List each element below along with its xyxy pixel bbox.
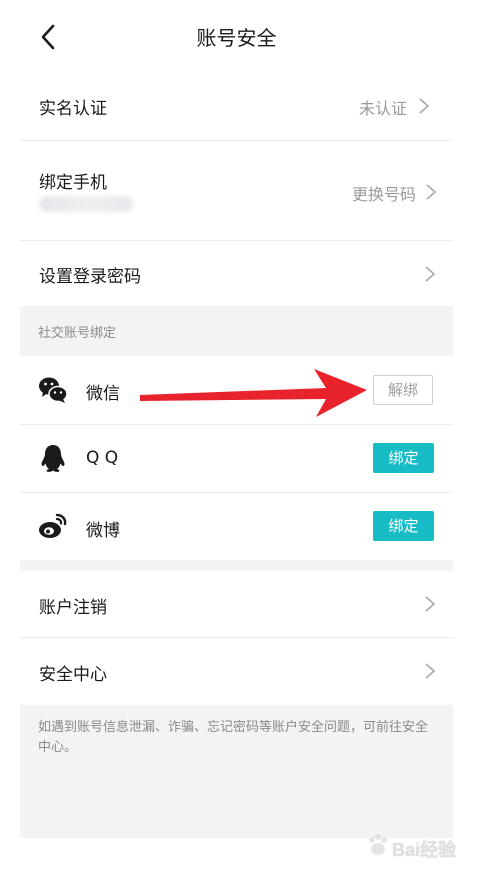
chevron-right-icon — [425, 266, 436, 282]
row-account-cancel[interactable]: 账户注销 — [20, 571, 453, 637]
chevron-right-icon — [425, 663, 436, 679]
section-title-social: 社交账号绑定 — [38, 326, 117, 341]
page-title: 账号安全 — [196, 26, 277, 50]
social-row-qq: Q Q 绑定 — [20, 425, 453, 492]
wechat-label: 微信 — [86, 384, 120, 404]
bind-qq-button[interactable]: 绑定 — [373, 443, 434, 473]
password-label: 设置登录密码 — [39, 267, 141, 287]
chevron-right-icon — [419, 98, 430, 114]
security-card: 实名认证 未认证 绑定手机 更换号码 设置登录密码 — [20, 72, 453, 306]
wechat-icon — [39, 377, 68, 403]
row-phone[interactable]: 绑定手机 更换号码 — [20, 141, 453, 240]
weibo-icon — [39, 513, 67, 538]
masked-phone-number — [39, 196, 133, 212]
phone-label: 绑定手机 — [39, 173, 107, 193]
security-center-label: 安全中心 — [39, 665, 107, 685]
row-security-center[interactable]: 安全中心 — [20, 638, 453, 705]
watermark: Bai经验 — [364, 828, 464, 868]
chevron-right-icon — [426, 184, 437, 200]
weibo-label: 微博 — [86, 521, 120, 541]
qq-icon — [41, 445, 65, 472]
unbind-wechat-button[interactable]: 解绑 — [373, 375, 433, 405]
paw-logo-icon — [369, 834, 387, 855]
row-realname[interactable]: 实名认证 未认证 — [20, 72, 453, 140]
watermark-text: Bai经验 — [392, 840, 457, 860]
account-cancel-label: 账户注销 — [39, 598, 107, 618]
realname-label: 实名认证 — [39, 99, 107, 119]
social-row-weibo: 微博 绑定 — [20, 493, 453, 560]
account-card: 账户注销 安全中心 — [20, 571, 453, 705]
chevron-right-icon — [425, 596, 436, 612]
security-footnote: 如遇到账号信息泄漏、诈骗、忘记密码等账户安全问题，可前往安全中心。 — [38, 720, 429, 755]
bind-weibo-button[interactable]: 绑定 — [373, 511, 434, 541]
change-number-link: 更换号码 — [351, 185, 416, 204]
social-row-wechat: 微信 解绑 — [20, 356, 453, 423]
row-password[interactable]: 设置登录密码 — [20, 241, 453, 306]
realname-status: 未认证 — [358, 99, 407, 118]
qq-label: Q Q — [86, 448, 119, 468]
social-card: 微信 解绑 Q Q 绑定 微博 绑定 — [20, 356, 453, 560]
account-security-screen: 账号安全 实名认证 未认证 绑定手机 更换号码 设置登录密码 社交账号绑定 微信… — [20, 0, 453, 838]
nav-header: 账号安全 — [20, 0, 453, 72]
